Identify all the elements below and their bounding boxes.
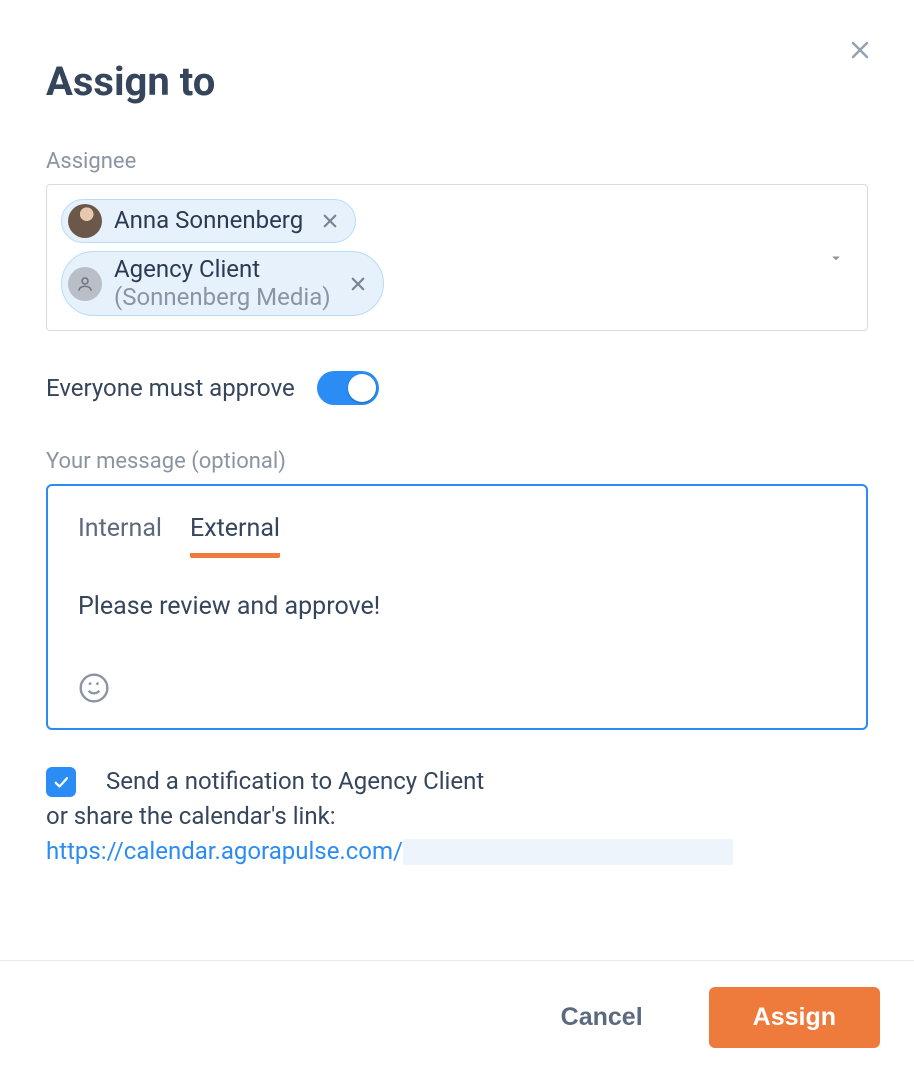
assignee-sub: (Sonnenberg Media) bbox=[114, 284, 331, 312]
emoji-icon[interactable] bbox=[78, 672, 110, 704]
person-icon bbox=[68, 267, 102, 301]
tab-internal[interactable]: Internal bbox=[78, 514, 162, 558]
assignee-chip: Agency Client (Sonnenberg Media) bbox=[61, 251, 384, 316]
assignee-chip: Anna Sonnenberg bbox=[61, 199, 356, 243]
assignee-select[interactable]: Anna Sonnenberg Agency Client (Sonnenber… bbox=[46, 184, 868, 331]
assignee-name: Agency Client bbox=[114, 256, 331, 284]
redacted-link-segment bbox=[403, 839, 733, 865]
message-editor[interactable]: Internal External Please review and appr… bbox=[46, 484, 868, 730]
message-text[interactable]: Please review and approve! bbox=[78, 592, 836, 652]
remove-assignee-icon[interactable] bbox=[349, 275, 367, 293]
close-icon[interactable] bbox=[848, 38, 872, 62]
notify-text: Send a notification to Agency Client bbox=[106, 764, 484, 799]
assignee-label: Assignee bbox=[46, 149, 868, 174]
modal-footer: Cancel Assign bbox=[0, 960, 914, 1074]
everyone-approve-toggle[interactable] bbox=[317, 371, 379, 405]
share-link-text: or share the calendar's link: https://ca… bbox=[46, 799, 868, 869]
everyone-approve-label: Everyone must approve bbox=[46, 374, 295, 402]
assignee-name: Anna Sonnenberg bbox=[114, 207, 303, 235]
cancel-button[interactable]: Cancel bbox=[555, 1002, 649, 1033]
notify-checkbox[interactable] bbox=[46, 767, 76, 797]
remove-assignee-icon[interactable] bbox=[321, 212, 339, 230]
calendar-link[interactable]: https://calendar.agorapulse.com/ bbox=[46, 837, 403, 865]
message-label: Your message (optional) bbox=[46, 449, 868, 474]
avatar bbox=[68, 204, 102, 238]
modal-title: Assign to bbox=[46, 58, 868, 105]
assign-button[interactable]: Assign bbox=[709, 987, 880, 1048]
tab-external[interactable]: External bbox=[190, 514, 280, 558]
chevron-down-icon[interactable] bbox=[827, 185, 845, 330]
